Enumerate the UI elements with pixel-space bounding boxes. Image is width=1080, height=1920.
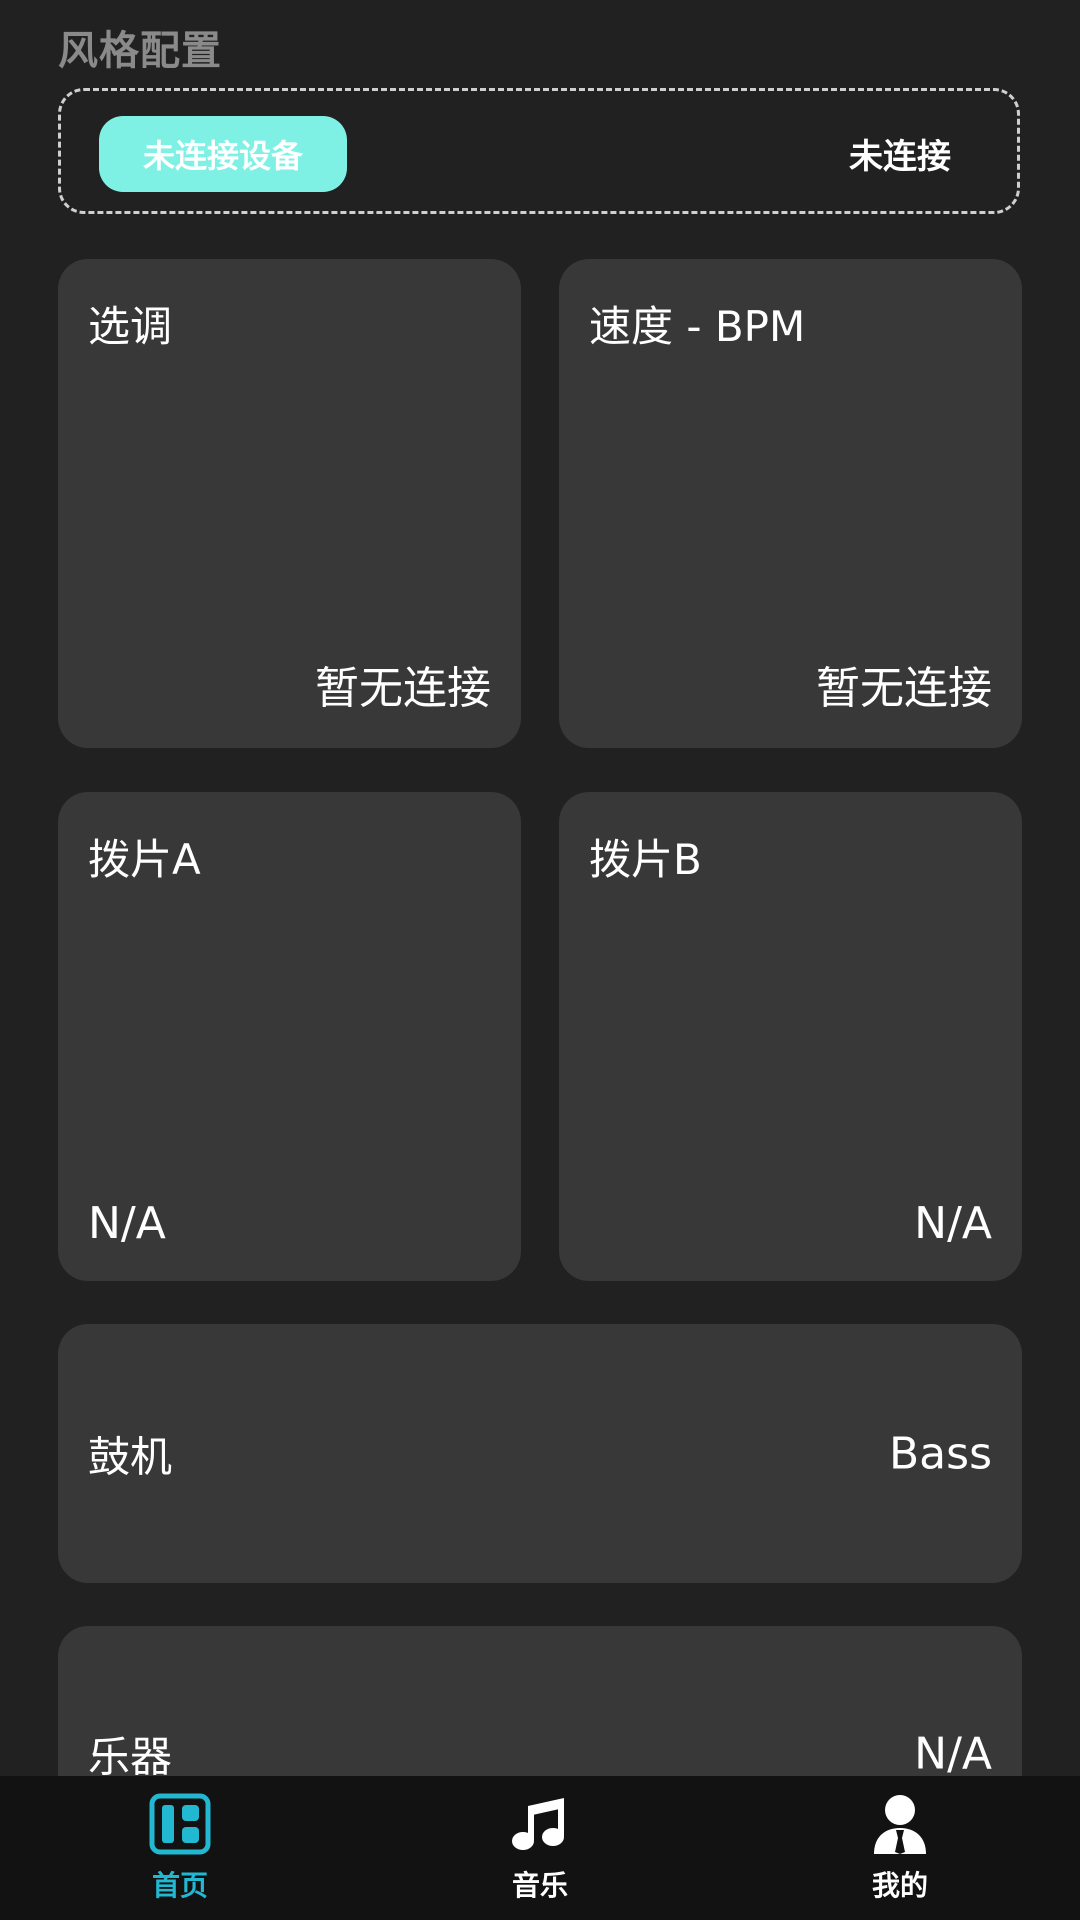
music-note-icon [512, 1798, 564, 1850]
instrument-value: N/A [914, 1728, 992, 1780]
connection-status: 未连接 [849, 137, 951, 177]
tab-home[interactable]: 首页 [0, 1776, 360, 1920]
drum-machine-label: 鼓机 [88, 1432, 173, 1481]
tab-profile[interactable]: 我的 [720, 1776, 1080, 1920]
drum-machine-row[interactable]: 鼓机 Bass [58, 1324, 1022, 1583]
connect-device-button[interactable]: 未连接设备 [99, 116, 347, 192]
tab-home-label: 首页 [151, 1869, 208, 1902]
connection-panel: 未连接设备 未连接 [58, 88, 1020, 214]
app-screen: 风格配置 未连接设备 未连接 选调 暂无连接 速度 - BPM 暂无连接 拨片A… [0, 0, 1080, 1920]
pick-b-card[interactable]: 拨片B N/A [559, 792, 1022, 1281]
drum-machine-value: Bass [889, 1428, 992, 1479]
bottom-tab-bar: 首页 音乐 我的 [0, 1776, 1080, 1920]
pick-a-card-title: 拨片A [88, 835, 201, 884]
pick-a-card[interactable]: 拨片A N/A [58, 792, 521, 1281]
tempo-card[interactable]: 速度 - BPM 暂无连接 [559, 259, 1022, 748]
user-icon [874, 1795, 926, 1854]
pick-b-card-value: N/A [914, 1198, 992, 1249]
tab-music-label: 音乐 [511, 1869, 568, 1902]
tempo-card-value: 暂无连接 [816, 663, 992, 714]
tempo-card-title: 速度 - BPM [589, 302, 806, 351]
key-card-value: 暂无连接 [315, 663, 491, 714]
dashboard-icon [149, 1793, 211, 1855]
pick-b-card-title: 拨片B [589, 835, 702, 884]
key-card-title: 选调 [88, 302, 173, 351]
key-card[interactable]: 选调 暂无连接 [58, 259, 521, 748]
section-title: 风格配置 [58, 28, 222, 74]
tab-music[interactable]: 音乐 [360, 1776, 720, 1920]
pick-a-card-value: N/A [88, 1198, 166, 1249]
tab-profile-label: 我的 [871, 1869, 928, 1902]
